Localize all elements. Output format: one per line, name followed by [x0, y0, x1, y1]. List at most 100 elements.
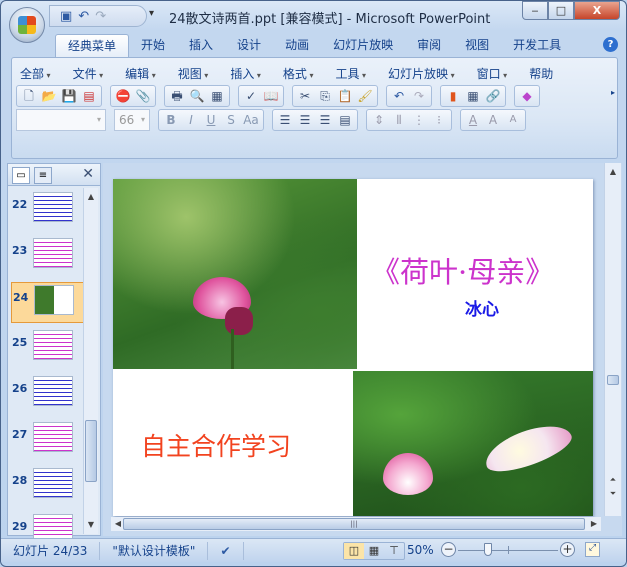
tab-7[interactable]: 视图 [453, 34, 501, 58]
menu-item-4[interactable]: 插入 [230, 65, 261, 82]
close-pane-icon[interactable]: ✕ [82, 166, 94, 182]
tab-4[interactable]: 动画 [273, 34, 321, 58]
paste-icon[interactable]: 📋 [335, 87, 355, 105]
grow-font-icon[interactable]: A [483, 111, 503, 129]
undo-icon[interactable]: ↶ [389, 87, 409, 105]
minimize-button[interactable]: ‒ [522, 1, 548, 20]
slide-thumbnail[interactable]: 22 [8, 190, 84, 231]
underline-icon[interactable]: U [201, 111, 221, 129]
outline-tab[interactable]: ≡ [34, 167, 52, 184]
slide-thumbnail[interactable]: 27 [8, 420, 84, 461]
hyperlink-icon[interactable]: 🔗 [483, 87, 503, 105]
close-button[interactable]: X [574, 1, 620, 20]
bold-icon[interactable]: B [161, 111, 181, 129]
slide-thumbnail[interactable]: 25 [8, 328, 84, 369]
new-icon[interactable]: 🗋 [19, 87, 39, 105]
align-center-icon[interactable]: ☰ [295, 111, 315, 129]
tab-3[interactable]: 设计 [225, 34, 273, 58]
font-color-icon[interactable]: A [463, 111, 483, 129]
scroll-thumb[interactable]: ||| [123, 518, 585, 530]
tab-8[interactable]: 开发工具 [501, 34, 573, 58]
font-name-select[interactable] [16, 109, 106, 131]
table-icon[interactable]: ▦ [463, 87, 483, 105]
numbering-icon[interactable]: ⋮ [409, 111, 429, 129]
scroll-thumb[interactable] [85, 420, 97, 482]
email-icon[interactable]: ⛔ [113, 87, 133, 105]
redo-icon[interactable]: ↷ [409, 87, 429, 105]
slide-thumbnail[interactable]: 26 [8, 374, 84, 415]
color-scheme-icon[interactable]: ◆ [517, 87, 537, 105]
slides-scrollbar[interactable]: ▲ ▼ [83, 188, 98, 534]
maximize-button[interactable]: □ [548, 1, 574, 20]
menu-item-2[interactable]: 编辑 [125, 65, 156, 82]
spell-check-icon[interactable]: ✔ [208, 541, 244, 560]
open-icon[interactable]: 📂 [39, 87, 59, 105]
tab-1[interactable]: 开始 [129, 34, 177, 58]
zoom-level[interactable]: 50% [407, 543, 434, 557]
help-icon[interactable]: ? [603, 37, 618, 52]
menu-item-1[interactable]: 文件 [73, 65, 104, 82]
copy-icon[interactable]: ⎘ [315, 87, 335, 105]
scroll-right-icon[interactable]: ▶ [587, 517, 601, 531]
save-icon[interactable]: ▣ [60, 9, 72, 24]
zoom-in-button[interactable]: + [560, 542, 575, 557]
tab-2[interactable]: 插入 [177, 34, 225, 58]
line-spacing-icon[interactable]: ⇕ [369, 111, 389, 129]
save-icon[interactable]: 💾 [59, 87, 79, 105]
bullets-icon[interactable]: ⁝ [429, 111, 449, 129]
slide-thumbnail[interactable]: 24 [11, 282, 84, 323]
justify-icon[interactable]: ▤ [335, 111, 355, 129]
attach-icon[interactable]: 📎 [133, 87, 153, 105]
next-slide-icon[interactable]: ⏷ [606, 487, 620, 501]
redo-icon[interactable]: ↷ [95, 9, 106, 24]
menu-item-3[interactable]: 视图 [178, 65, 209, 82]
slide-sorter-button[interactable]: ▦ [364, 543, 384, 559]
office-button[interactable] [9, 7, 45, 43]
menu-item-9[interactable]: 帮助 [529, 65, 553, 82]
menu-item-6[interactable]: 工具 [335, 65, 366, 82]
tab-5[interactable]: 幻灯片放映 [321, 34, 405, 58]
research-icon[interactable]: 📖 [261, 87, 281, 105]
italic-icon[interactable]: I [181, 111, 201, 129]
change-case-icon[interactable]: Aa [241, 111, 261, 129]
previous-slide-icon[interactable]: ⏶ [606, 473, 620, 487]
slides-tab[interactable]: ▭ [12, 167, 30, 184]
slideshow-button[interactable]: ⊤ [384, 543, 404, 559]
slide-thumbnail[interactable]: 28 [8, 466, 84, 507]
format-painter-icon[interactable]: 🖌 [355, 87, 375, 105]
print-preview-icon[interactable]: 🔍 [187, 87, 207, 105]
layout-icon[interactable]: ▦ [207, 87, 227, 105]
text-direction-icon[interactable]: ⫴ [389, 111, 409, 129]
horizontal-scrollbar[interactable]: ◀ ||| ▶ [111, 517, 601, 531]
menu-item-0[interactable]: 全部 [20, 65, 51, 82]
tab-0[interactable]: 经典菜单 [55, 34, 130, 58]
toolbar-overflow-icon[interactable]: ▸ [611, 88, 615, 97]
zoom-slider-thumb[interactable] [484, 543, 492, 556]
zoom-out-button[interactable]: − [441, 542, 456, 557]
undo-icon[interactable]: ↶ [78, 9, 89, 24]
slide-canvas[interactable]: 《荷叶·母亲》 冰心 自主合作学习 [113, 179, 593, 516]
spelling-icon[interactable]: ✓ [241, 87, 261, 105]
slide-thumbnail[interactable]: 23 [8, 236, 84, 277]
menu-item-5[interactable]: 格式 [283, 65, 314, 82]
print-icon[interactable]: 🖶 [167, 87, 187, 105]
align-left-icon[interactable]: ☰ [275, 111, 295, 129]
vertical-scrollbar[interactable]: ▲ ⏶ ⏷ [604, 163, 621, 516]
tab-6[interactable]: 审阅 [405, 34, 453, 58]
align-right-icon[interactable]: ☰ [315, 111, 335, 129]
menu-item-8[interactable]: 窗口 [477, 65, 508, 82]
customize-quick-access-button[interactable]: ▾ [149, 8, 154, 19]
normal-view-button[interactable]: ◫ [344, 543, 364, 559]
permission-icon[interactable]: ▤ [79, 87, 99, 105]
cut-icon[interactable]: ✂ [295, 87, 315, 105]
chart-icon[interactable]: ▮ [443, 87, 463, 105]
font-size-select[interactable]: 66 [114, 109, 150, 131]
fit-to-window-button[interactable]: ⤢ [585, 542, 600, 557]
shadow-icon[interactable]: S [221, 111, 241, 129]
scroll-up-icon[interactable]: ▲ [606, 165, 620, 179]
shrink-font-icon[interactable]: A [503, 111, 523, 129]
scroll-down-icon[interactable]: ▼ [84, 518, 98, 532]
menu-item-7[interactable]: 幻灯片放映 [388, 65, 455, 82]
scroll-up-icon[interactable]: ▲ [84, 190, 98, 204]
scroll-thumb[interactable] [607, 375, 619, 385]
